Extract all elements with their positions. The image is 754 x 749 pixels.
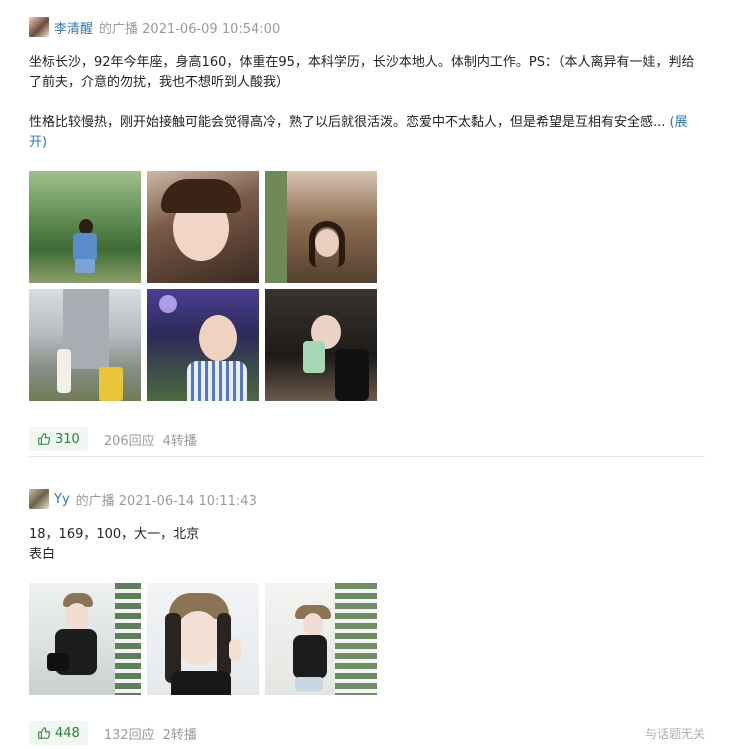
photo-gallery [29, 583, 705, 695]
thumbs-up-icon [38, 727, 51, 739]
report-unrelated-link[interactable]: 与话题无关 [645, 725, 705, 742]
photo-thumbnail[interactable] [147, 171, 259, 283]
like-button[interactable]: 310 [29, 427, 88, 451]
post-text-more: 表白 [29, 547, 56, 562]
post-actions: 448 132回应 2转播 与话题无关 [29, 721, 705, 745]
post-header: 李清醒 的广播 2021-06-09 10:54:00 [29, 16, 705, 38]
like-button[interactable]: 448 [29, 721, 88, 745]
avatar[interactable] [29, 489, 49, 509]
author-name[interactable]: 李清醒 [54, 18, 93, 37]
author-name[interactable]: Yy [54, 492, 70, 507]
thumbs-up-icon [38, 433, 51, 445]
photo-thumbnail[interactable] [265, 289, 377, 401]
post-text-snippet: 性格比较慢热，刚开始接触可能会觉得高冷，熟了以后就很活泼。恋爱中不太黏人，但是希… [29, 115, 666, 130]
post-meta: 的广播 2021-06-14 10:11:43 [75, 493, 257, 509]
like-count: 310 [55, 431, 80, 447]
post-text: 18，169，100，大一，北京 [29, 527, 200, 542]
status-post: Yy 的广播 2021-06-14 10:11:43 18，169，100，大一… [29, 488, 705, 745]
reshare-count[interactable]: 2转播 [163, 724, 197, 743]
photo-thumbnail[interactable] [147, 583, 259, 695]
post-content: 18，169，100，大一，北京 表白 [29, 525, 705, 565]
post-actions: 310 206回应 4转播 [29, 427, 705, 451]
photo-gallery [29, 171, 705, 401]
photo-thumbnail[interactable] [29, 583, 141, 695]
reply-count[interactable]: 206回应 [104, 430, 155, 449]
like-count: 448 [55, 725, 80, 741]
photo-thumbnail[interactable] [29, 289, 141, 401]
photo-thumbnail[interactable] [29, 171, 141, 283]
photo-thumbnail[interactable] [265, 171, 377, 283]
post-meta: 的广播 2021-06-09 10:54:00 [99, 21, 281, 37]
reply-count[interactable]: 132回应 [104, 724, 155, 743]
avatar[interactable] [29, 17, 49, 37]
status-post: 李清醒 的广播 2021-06-09 10:54:00 坐标长沙，92年今年座，… [29, 16, 705, 451]
post-content: 坐标长沙，92年今年座，身高160，体重在95，本科学历，长沙本地人。体制内工作… [29, 53, 705, 153]
photo-thumbnail[interactable] [147, 289, 259, 401]
divider [29, 456, 705, 457]
reshare-count[interactable]: 4转播 [163, 430, 197, 449]
photo-thumbnail[interactable] [265, 583, 377, 695]
post-header: Yy 的广播 2021-06-14 10:11:43 [29, 488, 705, 510]
post-text: 坐标长沙，92年今年座，身高160，体重在95，本科学历，长沙本地人。体制内工作… [29, 55, 695, 90]
post-text-more: 性格比较慢热，刚开始接触可能会觉得高冷，熟了以后就很活泼。恋爱中不太黏人，但是希… [29, 113, 705, 153]
